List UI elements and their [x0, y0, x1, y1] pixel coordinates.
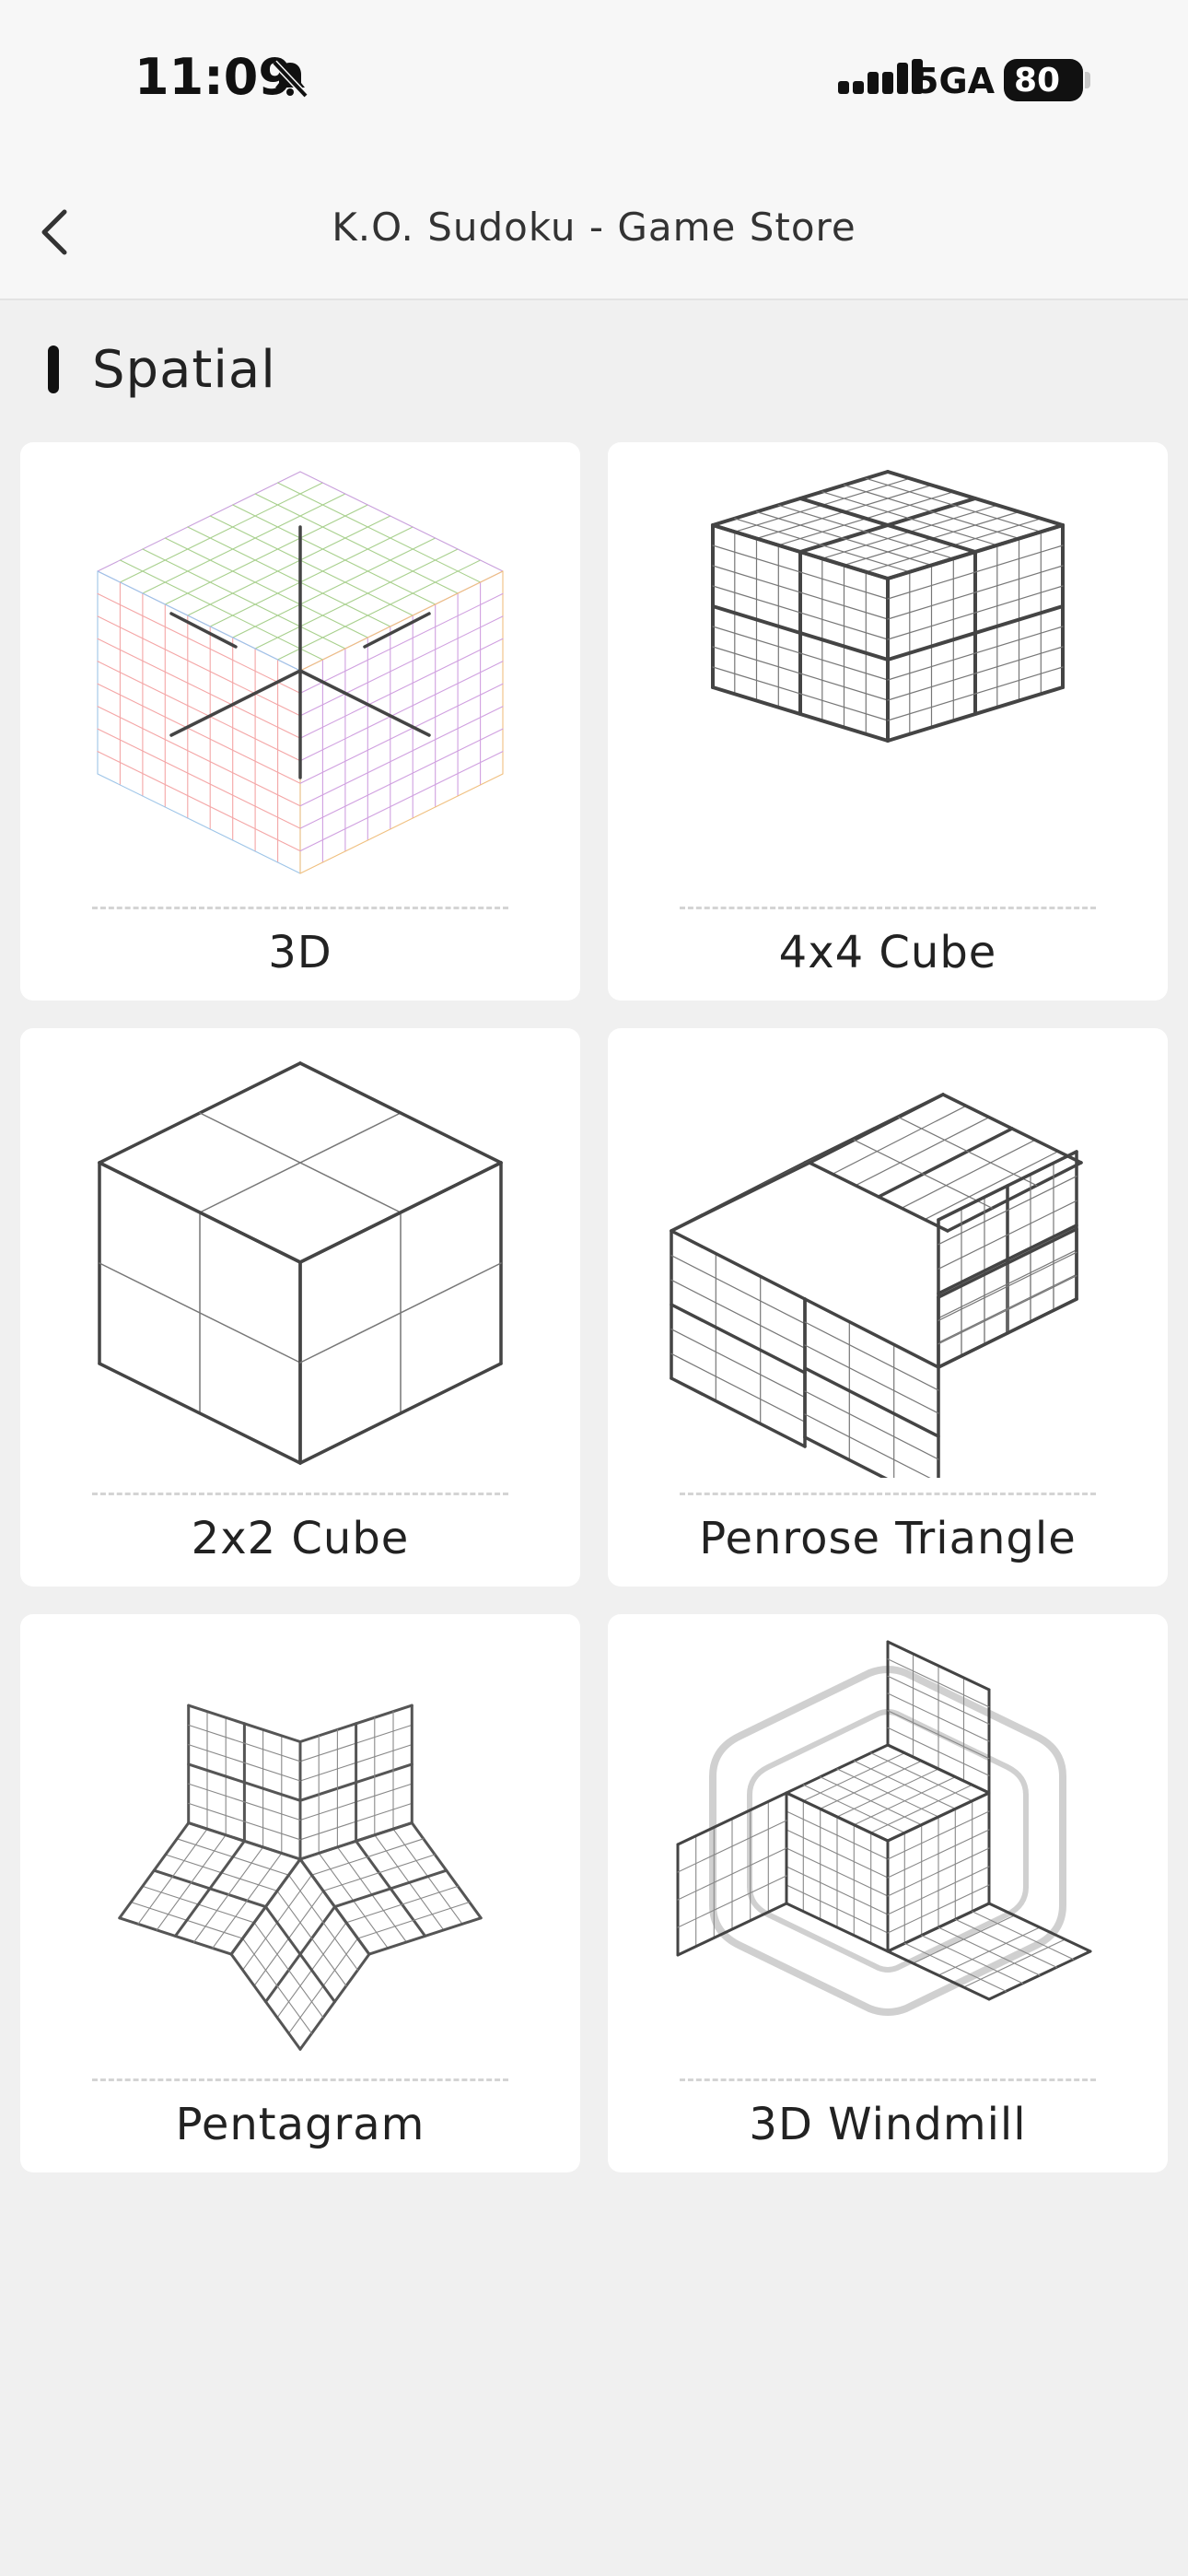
- card-divider: [680, 2078, 1096, 2081]
- game-label: 2x2 Cube: [191, 1513, 410, 1564]
- game-grid: 3D 4x4 Cube 2x2 Cube Penrose Triangle Pe…: [20, 442, 1168, 2172]
- game-card-3d-windmill[interactable]: 3D Windmill: [608, 1614, 1168, 2172]
- battery-nub: [1085, 72, 1090, 88]
- game-card-3d[interactable]: 3D: [20, 442, 580, 1001]
- 3d-windmill-icon: [676, 1640, 1092, 2016]
- pentagram-icon: [118, 1704, 483, 2051]
- page-title: K.O. Sudoku - Game Store: [332, 205, 856, 250]
- network-type: 5GA: [914, 61, 996, 101]
- card-divider: [92, 1493, 508, 1495]
- section-title: Spatial: [92, 339, 276, 400]
- battery-level: 80: [1013, 61, 1061, 100]
- 4x4-cube-icon: [711, 470, 1065, 743]
- section-accent-bar: [48, 345, 59, 393]
- game-card-pentagram[interactable]: Pentagram: [20, 1614, 580, 2172]
- game-card-2x2-cube[interactable]: 2x2 Cube: [20, 1028, 580, 1587]
- 2x2-cube-icon: [98, 1061, 503, 1465]
- game-label: Pentagram: [175, 2099, 425, 2150]
- card-divider: [680, 1493, 1096, 1495]
- penrose-triangle-icon: [670, 1093, 1083, 1478]
- game-label: 3D Windmill: [749, 2099, 1027, 2150]
- card-divider: [92, 2078, 508, 2081]
- card-divider: [92, 907, 508, 909]
- card-divider: [680, 907, 1096, 909]
- battery-icon: 80: [1004, 59, 1083, 101]
- game-label: 4x4 Cube: [778, 927, 997, 978]
- game-card-penrose-triangle[interactable]: Penrose Triangle: [608, 1028, 1168, 1587]
- section-header: Spatial: [48, 337, 276, 402]
- game-card-4x4-cube[interactable]: 4x4 Cube: [608, 442, 1168, 1001]
- game-label: Penrose Triangle: [699, 1513, 1077, 1564]
- silent-bell-icon: [272, 60, 309, 99]
- 3d-sudoku-icon: [97, 471, 504, 874]
- game-label: 3D: [268, 927, 332, 978]
- top-bar: 11:09 5GA 80 K.O. Sudoku - Game Store: [0, 0, 1188, 300]
